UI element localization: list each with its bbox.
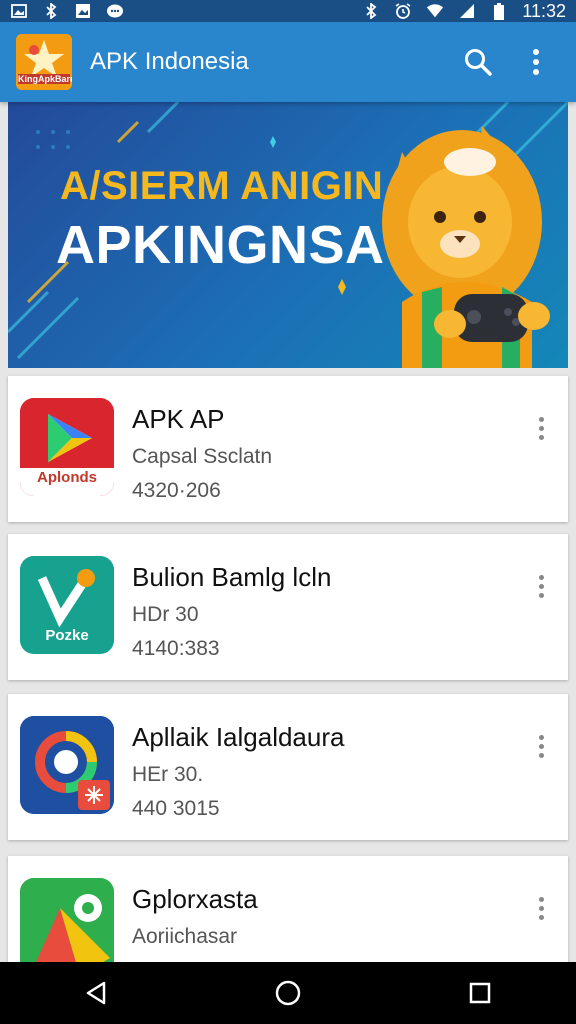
app-info: Gplorxasta Aoriichasar (132, 878, 526, 959)
app-name: Apllaik Ialgaldaura (132, 722, 345, 752)
status-left-icons (10, 2, 124, 20)
recents-icon (469, 982, 491, 1004)
app-subtitle: HEr 30. (132, 763, 204, 786)
signal-icon (458, 2, 476, 20)
home-button[interactable] (258, 968, 318, 1018)
back-button[interactable] (66, 968, 126, 1018)
gallery-icon (74, 2, 92, 20)
app-info: Apllaik Ialgaldaura HEr 30. 440 3015 (132, 716, 526, 821)
logo-text: KingApkBaru (18, 74, 72, 84)
q-badge-icon (20, 716, 114, 814)
page-title: APK Indonesia (90, 48, 249, 75)
banner-headline: APKINGNSA (56, 215, 385, 275)
app-icon-q (20, 716, 114, 814)
status-right-icons: 11:32 (362, 1, 566, 22)
more-vert-icon (533, 49, 539, 75)
app-name: Bulion Bamlg lcln (132, 562, 332, 592)
app-meta: 4320·206 (132, 479, 221, 502)
app-subtitle: Aoriichasar (132, 925, 238, 948)
battery-icon (490, 2, 508, 20)
status-time: 11:32 (522, 0, 566, 21)
image-icon (10, 2, 28, 20)
chat-icon (106, 2, 124, 20)
home-icon (275, 980, 301, 1006)
search-button[interactable] (454, 38, 502, 86)
more-options-button[interactable] (512, 38, 560, 86)
back-icon (86, 981, 106, 1005)
app-subtitle: Capsal Ssclatn (132, 445, 273, 468)
app-bar: KingApkBaru APK Indonesia (0, 22, 576, 102)
app-list-item[interactable]: Apllaik Ialgaldaura HEr 30. 440 3015 (8, 694, 568, 840)
status-bar: 11:32 (0, 0, 576, 22)
lion-mascot-icon (382, 126, 550, 368)
app-name: Gplorxasta (132, 884, 258, 914)
app-list-item[interactable]: Pozke Bulion Bamlg lcln HDr 30 4140:383 (8, 534, 568, 680)
more-vert-icon[interactable] (526, 566, 556, 606)
app-name: APK AP (132, 404, 225, 434)
recents-button[interactable] (450, 968, 510, 1018)
bluetooth-icon (362, 2, 380, 20)
app-icon-play: Aplonds (20, 398, 114, 496)
app-icon-label: Aplonds (37, 469, 97, 486)
app-info: APK AP Capsal Ssclatn 4320·206 (132, 398, 526, 503)
app-icon-label: Pozke (45, 627, 89, 644)
more-vert-icon[interactable] (526, 408, 556, 448)
app-logo[interactable]: KingApkBaru (16, 34, 72, 90)
app-meta: 4140:383 (132, 637, 220, 660)
app-list-item[interactable]: Aplonds APK AP Capsal Ssclatn 4320·206 (8, 376, 568, 522)
alarm-icon (394, 2, 412, 20)
app-subtitle: HDr 30 (132, 603, 199, 626)
bluetooth-icon (42, 2, 60, 20)
banner-headline-top: A/SIERM ANIGIN (60, 164, 384, 208)
app-info: Bulion Bamlg lcln HDr 30 4140:383 (132, 556, 526, 661)
wifi-icon (426, 2, 444, 20)
app-meta: 440 3015 (132, 797, 220, 820)
more-vert-icon[interactable] (526, 726, 556, 766)
system-nav-bar (0, 962, 576, 1024)
search-icon (465, 49, 492, 76)
more-vert-icon[interactable] (526, 888, 556, 928)
promo-banner[interactable]: A/SIERM ANIGIN APKINGNSA (8, 102, 568, 368)
app-icon-pozke: Pozke (20, 556, 114, 654)
